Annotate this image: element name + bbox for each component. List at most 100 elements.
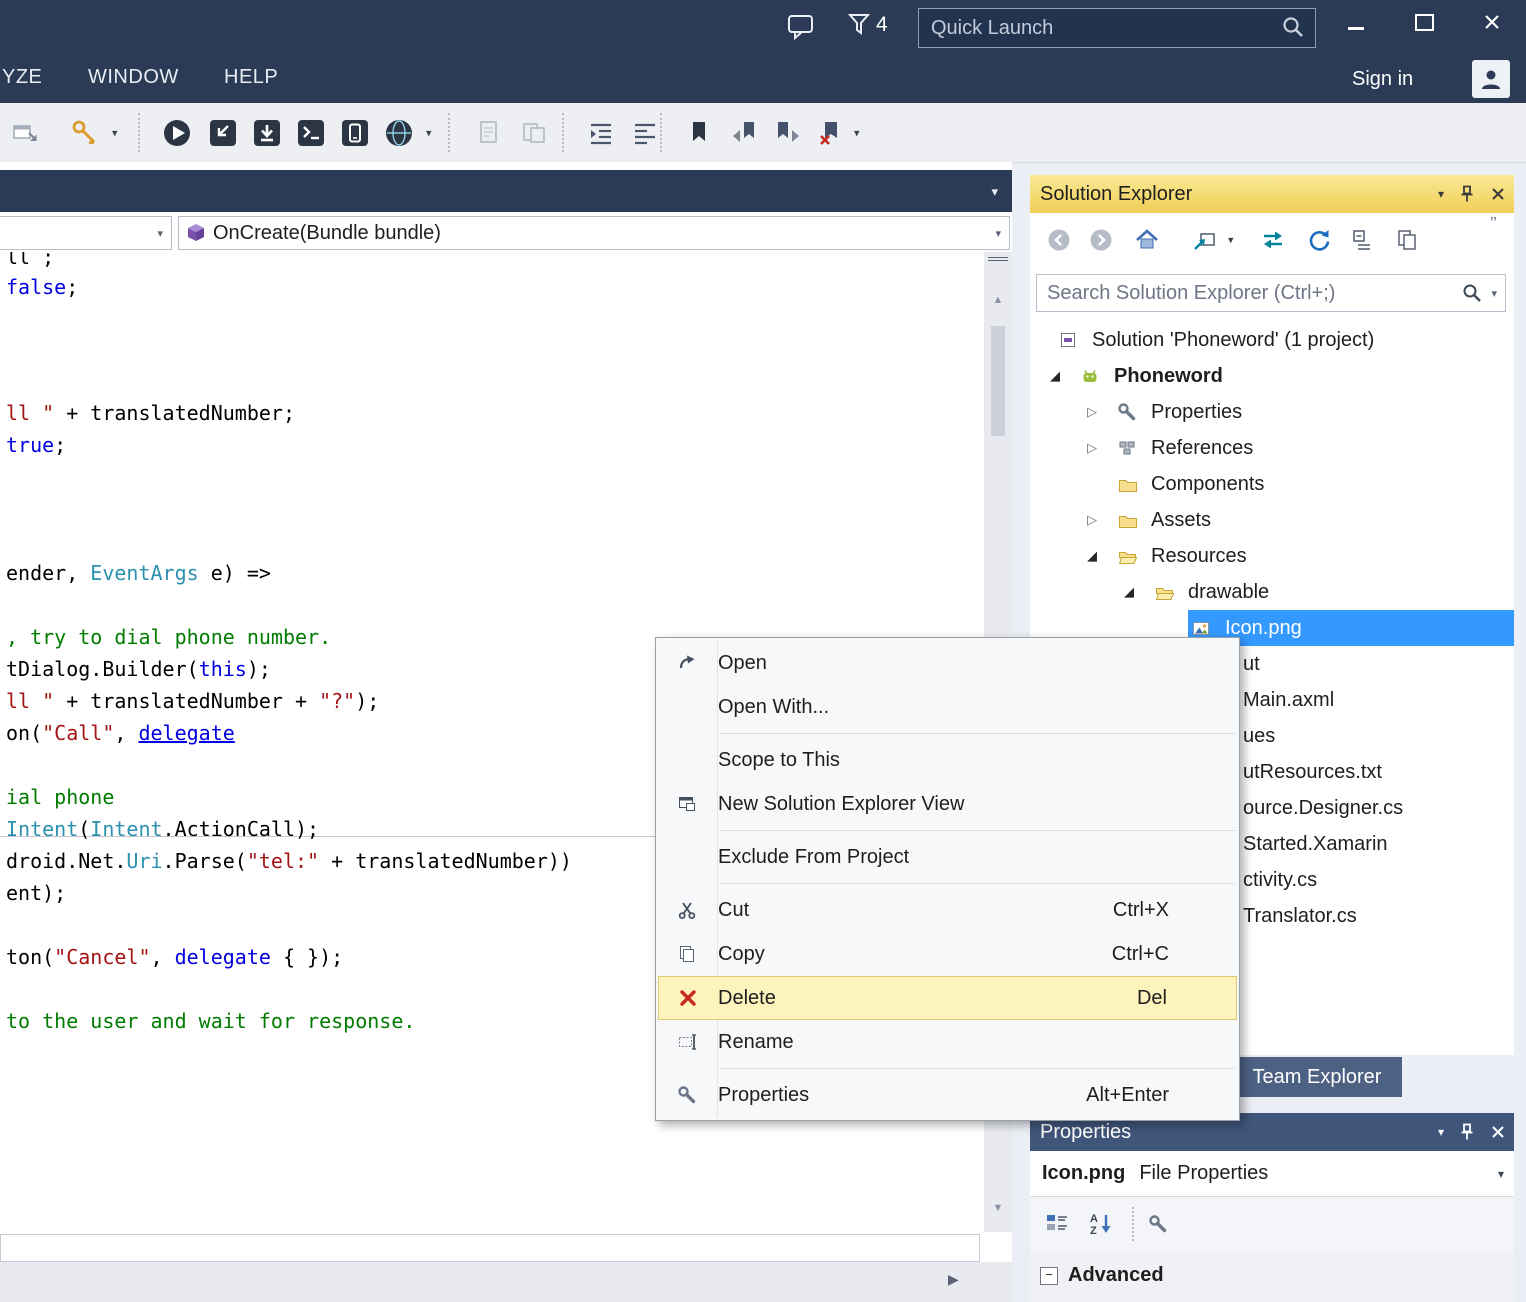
search-icon[interactable] <box>1461 282 1483 304</box>
install-box-icon[interactable] <box>252 118 282 148</box>
scroll-down-icon[interactable]: ▼ <box>984 1202 1012 1214</box>
pin-icon[interactable] <box>1458 1123 1476 1141</box>
attach-window-icon[interactable] <box>10 118 40 148</box>
tree-item-components[interactable]: Components <box>1030 466 1514 502</box>
key-icon[interactable] <box>70 118 100 148</box>
tab-team-explorer[interactable]: Team Explorer <box>1232 1057 1402 1097</box>
close-button[interactable] <box>1470 4 1514 40</box>
user-avatar[interactable] <box>1472 60 1510 98</box>
notification-count[interactable]: 4 <box>876 13 888 37</box>
context-menu-item-open-with[interactable]: Open With... <box>656 685 1239 729</box>
code-line: , try to dial phone number. <box>6 624 331 650</box>
dropdown-caret-icon[interactable]: ▾ <box>1228 234 1234 247</box>
tree-expander-icon[interactable]: ◢ <box>1087 538 1097 574</box>
horizontal-scrollbar[interactable] <box>0 1234 980 1262</box>
dropdown-caret-icon[interactable]: ▾ <box>426 126 432 139</box>
deploy-box-icon[interactable] <box>208 118 238 148</box>
pages-icon[interactable] <box>1394 227 1420 253</box>
back-icon[interactable] <box>1046 227 1072 253</box>
bookmark-clear-icon[interactable] <box>816 118 846 148</box>
properties-toolbar: AZ <box>1030 1197 1514 1251</box>
scroll-up-icon[interactable]: ▲ <box>984 294 1012 306</box>
doc-dim-icon[interactable] <box>474 118 504 148</box>
properties-object-selector[interactable]: Icon.png File Properties ▾ <box>1030 1151 1514 1197</box>
context-menu-item-rename[interactable]: Rename <box>656 1020 1239 1064</box>
solution-explorer-titlebar[interactable]: Solution Explorer ▾ <box>1030 175 1514 213</box>
tree-item-drawable[interactable]: ◢drawable <box>1030 574 1514 610</box>
scroll-right-icon[interactable]: ▶ <box>948 1271 959 1288</box>
wrench-icon[interactable] <box>1148 1214 1168 1234</box>
menu-help[interactable]: HELP <box>224 66 278 89</box>
bookmark-prev-icon[interactable] <box>730 118 760 148</box>
context-menu-item-properties[interactable]: PropertiesAlt+Enter <box>656 1073 1239 1117</box>
context-menu-item-scope-to-this[interactable]: Scope to This <box>656 738 1239 782</box>
editor-splitter-handle[interactable] <box>988 257 1008 270</box>
tab-list-dropdown-icon[interactable]: ▾ <box>991 184 998 200</box>
cut-icon <box>656 900 718 920</box>
context-menu-item-copy[interactable]: CopyCtrl+C <box>656 932 1239 976</box>
device-box-icon[interactable] <box>340 118 370 148</box>
solution-explorer-search-input[interactable]: Search Solution Explorer (Ctrl+;) ▾ <box>1036 274 1506 312</box>
sync-icon[interactable] <box>1260 227 1286 253</box>
doc-dim2-icon[interactable] <box>520 118 550 148</box>
window-position-dropdown-icon[interactable]: ▾ <box>1438 187 1444 201</box>
close-icon[interactable] <box>1490 186 1506 202</box>
chevron-down-icon[interactable]: ▾ <box>1491 287 1497 300</box>
toolbar-overflow-icon[interactable]: ’’ <box>1490 215 1497 233</box>
scrollbar-thumb[interactable] <box>991 326 1005 436</box>
menu-window[interactable]: WINDOW <box>88 66 179 89</box>
code-segment: Intent <box>6 817 78 841</box>
sign-in-link[interactable]: Sign in <box>1352 68 1413 91</box>
forward-icon[interactable] <box>1088 227 1114 253</box>
refresh-icon[interactable] <box>1306 227 1332 253</box>
pin-icon[interactable] <box>1458 185 1476 203</box>
tree-expander-icon[interactable]: ▷ <box>1087 502 1097 538</box>
categorized-icon[interactable] <box>1044 1211 1070 1237</box>
tree-item-properties[interactable]: ▷Properties <box>1030 394 1514 430</box>
list-indent-icon[interactable] <box>586 118 616 148</box>
folder-icon <box>1117 510 1137 530</box>
tree-expander-icon[interactable]: ◢ <box>1050 358 1060 394</box>
dropdown-caret-icon[interactable]: ▾ <box>854 126 860 139</box>
tree-expander-icon[interactable]: ◢ <box>1124 574 1134 610</box>
tree-item-phoneword[interactable]: ◢Phoneword <box>1030 358 1514 394</box>
notifications-filter-icon[interactable] <box>848 13 872 44</box>
window-position-dropdown-icon[interactable]: ▾ <box>1438 1125 1444 1139</box>
tree-item-solution-phoneword-1-project[interactable]: Solution 'Phoneword' (1 project) <box>1030 322 1514 358</box>
scope-icon[interactable] <box>1192 227 1218 253</box>
tree-expander-icon[interactable]: ▷ <box>1087 394 1097 430</box>
context-menu-item-new-solution-explorer-view[interactable]: New Solution Explorer View <box>656 782 1239 826</box>
terminal-box-icon[interactable] <box>296 118 326 148</box>
code-line: Intent(Intent.ActionCall); <box>6 816 319 842</box>
tree-item-assets[interactable]: ▷Assets <box>1030 502 1514 538</box>
tree-item-references[interactable]: ▷References <box>1030 430 1514 466</box>
context-menu-item-cut[interactable]: CutCtrl+X <box>656 888 1239 932</box>
menu-analyze[interactable]: YZE <box>2 66 42 89</box>
close-icon[interactable] <box>1490 1124 1506 1140</box>
collapse-all-icon[interactable] <box>1350 227 1376 253</box>
collapse-section-icon[interactable]: − <box>1040 1267 1058 1285</box>
maximize-button[interactable] <box>1402 4 1446 40</box>
list-align-icon[interactable] <box>630 118 660 148</box>
titlebar: 4 Quick Launch YZE WINDOW HELP Sign in <box>0 0 1526 103</box>
context-menu: OpenOpen With... Scope to ThisNew Solutio… <box>655 637 1240 1121</box>
quick-launch-input[interactable]: Quick Launch <box>918 8 1316 48</box>
bookmark-next-icon[interactable] <box>772 118 802 148</box>
context-menu-item-exclude-from-project[interactable]: Exclude From Project <box>656 835 1239 879</box>
tree-item-label: ctivity.cs <box>1243 862 1317 898</box>
types-dropdown[interactable]: ▾ <box>0 216 172 250</box>
context-menu-item-open[interactable]: Open <box>656 641 1239 685</box>
bookmark-icon[interactable] <box>684 118 714 148</box>
sort-az-icon[interactable]: AZ <box>1088 1211 1114 1237</box>
minimize-button[interactable] <box>1334 4 1378 40</box>
play-circle-icon[interactable] <box>162 118 192 148</box>
members-dropdown[interactable]: OnCreate(Bundle bundle) ▾ <box>178 216 1010 250</box>
home-icon[interactable] <box>1134 227 1160 253</box>
dropdown-caret-icon[interactable]: ▾ <box>112 126 118 139</box>
feedback-chat-icon[interactable] <box>786 12 816 47</box>
context-menu-item-delete[interactable]: DeleteDel <box>658 976 1237 1020</box>
tree-item-resources[interactable]: ◢Resources <box>1030 538 1514 574</box>
image-icon <box>1191 618 1211 638</box>
tree-expander-icon[interactable]: ▷ <box>1087 430 1097 466</box>
globe-circle-icon[interactable] <box>384 118 414 148</box>
